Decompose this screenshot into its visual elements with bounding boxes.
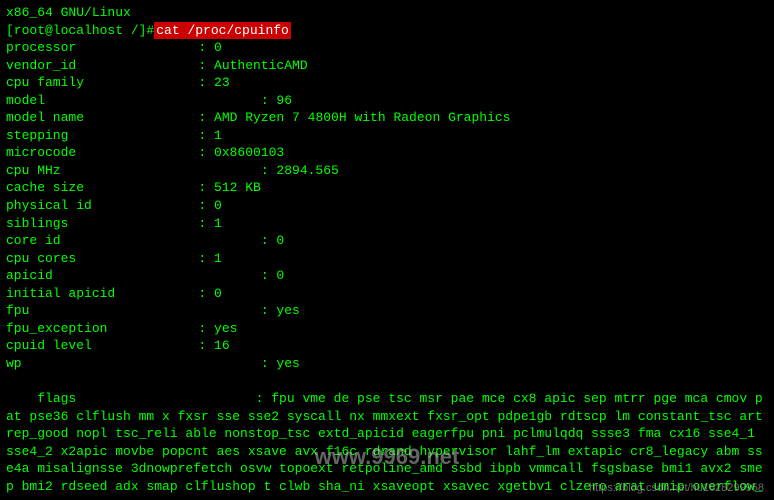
- line-processor: processor : 0: [6, 39, 768, 57]
- line-modelname: model name : AMD Ryzen 7 4800H with Rade…: [6, 109, 768, 127]
- key-wp: wp: [6, 355, 136, 373]
- key-fpu: fpu: [6, 302, 136, 320]
- key-siblings: siblings: [6, 215, 136, 233]
- key-cpufamily: cpu family: [6, 74, 136, 92]
- line-cache: cache size : 512 KB: [6, 179, 768, 197]
- val-physid: : 0: [136, 197, 222, 215]
- line-microcode: microcode : 0x8600103: [6, 144, 768, 162]
- val-apicid: : 0: [136, 267, 284, 285]
- key-physid: physical id: [6, 197, 136, 215]
- key-cpucores: cpu cores: [6, 250, 136, 268]
- val-microcode: : 0x8600103: [136, 144, 284, 162]
- line-cpuid: cpuid level : 16: [6, 337, 768, 355]
- key-mhz: cpu MHz: [6, 162, 136, 180]
- val-vendor: : AuthenticAMD: [136, 57, 308, 75]
- key-processor: processor: [6, 39, 136, 57]
- val-wp: : yes: [136, 355, 300, 373]
- key-modelname: model name: [6, 109, 136, 127]
- line-coreid: core id : 0: [6, 232, 768, 250]
- key-coreid: core id: [6, 232, 136, 250]
- line-wp: wp : yes: [6, 355, 768, 373]
- line-model: model : 96: [6, 92, 768, 110]
- key-microcode: microcode: [6, 144, 136, 162]
- footer-link: https://blog.csdn.net/hu1628299958: [589, 482, 764, 494]
- line-cpufamily: cpu family : 23: [6, 74, 768, 92]
- line-flags: flags : fpu vme de pse tsc msr pae mce c…: [6, 372, 768, 500]
- key-model: model: [6, 92, 136, 110]
- val-initapicid: : 0: [136, 285, 222, 303]
- command-line: [root@localhost /]# cat /proc/cpuinfo: [6, 22, 768, 40]
- key-cache: cache size: [6, 179, 136, 197]
- prompt: [root@localhost /]#: [6, 22, 154, 40]
- key-stepping: stepping: [6, 127, 136, 145]
- key-vendor: vendor_id: [6, 57, 136, 75]
- line-initapicid: initial apicid : 0: [6, 285, 768, 303]
- prev-line: x86_64 GNU/Linux: [6, 4, 768, 22]
- key-fpuexc: fpu_exception: [6, 320, 136, 338]
- key-initapicid: initial apicid: [6, 285, 136, 303]
- val-processor: : 0: [136, 39, 222, 57]
- val-modelname: : AMD Ryzen 7 4800H with Radeon Graphics: [136, 109, 510, 127]
- key-apicid: apicid: [6, 267, 136, 285]
- val-stepping: : 1: [136, 127, 222, 145]
- val-fpu: : yes: [136, 302, 300, 320]
- prev-prompt: x86_64 GNU/Linux: [6, 4, 131, 22]
- line-apicid: apicid : 0: [6, 267, 768, 285]
- terminal-window: x86_64 GNU/Linux [root@localhost /]# cat…: [0, 0, 774, 500]
- val-cache: : 512 KB: [136, 179, 261, 197]
- val-fpuexc: : yes: [136, 320, 237, 338]
- val-cpucores: : 1: [136, 250, 222, 268]
- line-fpuexc: fpu_exception : yes: [6, 320, 768, 338]
- line-stepping: stepping : 1: [6, 127, 768, 145]
- line-vendor: vendor_id : AuthenticAMD: [6, 57, 768, 75]
- key-cpuid: cpuid level: [6, 337, 136, 355]
- val-mhz: : 2894.565: [136, 162, 339, 180]
- line-mhz: cpu MHz : 2894.565: [6, 162, 768, 180]
- line-physid: physical id : 0: [6, 197, 768, 215]
- line-siblings: siblings : 1: [6, 215, 768, 233]
- line-fpu: fpu : yes: [6, 302, 768, 320]
- command-text: cat /proc/cpuinfo: [154, 22, 291, 40]
- line-cpucores: cpu cores : 1: [6, 250, 768, 268]
- val-model: : 96: [136, 92, 292, 110]
- val-cpuid: : 16: [136, 337, 230, 355]
- val-cpufamily: : 23: [136, 74, 230, 92]
- val-siblings: : 1: [136, 215, 222, 233]
- key-flags: flags: [37, 390, 167, 408]
- val-coreid: : 0: [136, 232, 284, 250]
